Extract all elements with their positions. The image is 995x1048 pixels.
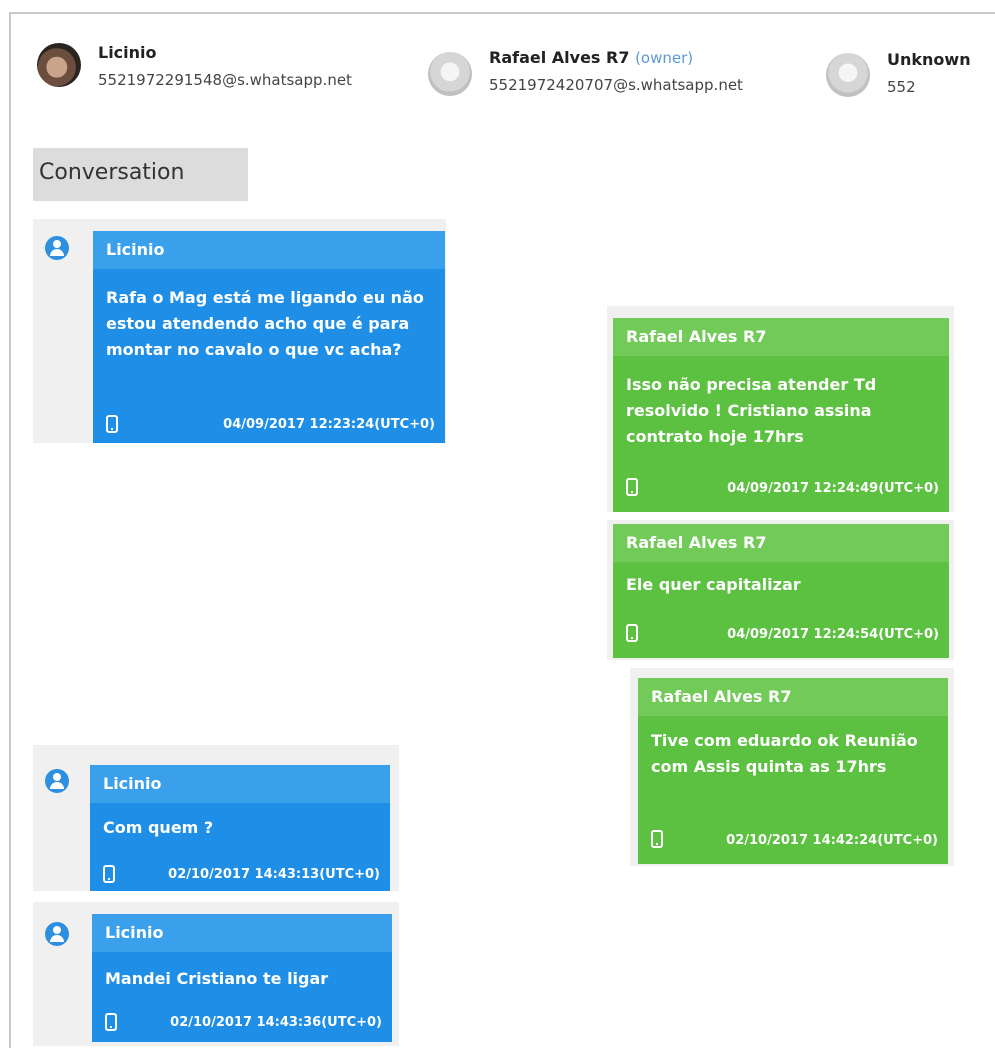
message-text: Com quem ? bbox=[103, 818, 214, 837]
user-icon bbox=[45, 236, 69, 260]
message-row: Rafael Alves R7 Ele quer capitalizar 04/… bbox=[607, 520, 954, 660]
participant-name-text: Rafael Alves R7 bbox=[489, 48, 630, 67]
message-sender: Licinio bbox=[92, 914, 392, 952]
message-text: Rafa o Mag está me ligando eu não estou … bbox=[106, 288, 424, 359]
message-sender: Rafael Alves R7 bbox=[613, 524, 949, 562]
message-sender: Rafael Alves R7 bbox=[613, 318, 949, 356]
participant-id: 5521972291548@s.whatsapp.net bbox=[98, 71, 352, 89]
participant-id: 5521972420707@s.whatsapp.net bbox=[489, 76, 743, 94]
message-timestamp: 02/10/2017 14:43:36(UTC+0) bbox=[170, 1015, 382, 1030]
message-bubble[interactable]: Licinio Mandei Cristiano te ligar 02/10/… bbox=[92, 914, 392, 1042]
participant-name: Licinio bbox=[98, 43, 157, 62]
frame-left-border bbox=[9, 12, 11, 1048]
message-sender: Licinio bbox=[93, 231, 445, 269]
phone-icon bbox=[103, 865, 115, 883]
message-timestamp: 02/10/2017 14:42:24(UTC+0) bbox=[726, 833, 938, 848]
phone-icon bbox=[105, 1013, 117, 1031]
frame-top-border bbox=[9, 12, 995, 14]
message-text: Tive com eduardo ok Reunião com Assis qu… bbox=[651, 731, 918, 776]
message-bubble[interactable]: Licinio Com quem ? 02/10/2017 14:43:13(U… bbox=[90, 765, 390, 891]
phone-icon bbox=[106, 415, 118, 433]
message-text: Isso não precisa atender Td resolvido ! … bbox=[626, 375, 877, 446]
message-timestamp: 04/09/2017 12:24:49(UTC+0) bbox=[727, 481, 939, 496]
message-row: Licinio Com quem ? 02/10/2017 14:43:13(U… bbox=[33, 745, 399, 891]
owner-label: (owner) bbox=[635, 49, 694, 67]
message-text: Mandei Cristiano te ligar bbox=[105, 969, 329, 988]
participant-id: 552 bbox=[887, 78, 916, 96]
message-row: Licinio Rafa o Mag está me ligando eu nã… bbox=[33, 219, 446, 443]
message-bubble[interactable]: Licinio Rafa o Mag está me ligando eu nã… bbox=[93, 231, 445, 443]
message-timestamp: 04/09/2017 12:23:24(UTC+0) bbox=[223, 417, 435, 432]
participant-name: Rafael Alves R7 (owner) bbox=[489, 48, 693, 67]
participant-name: Unknown bbox=[887, 50, 971, 69]
phone-icon bbox=[626, 478, 638, 496]
message-bubble[interactable]: Rafael Alves R7 Isso não precisa atender… bbox=[613, 318, 949, 512]
user-icon bbox=[45, 922, 69, 946]
message-row: Licinio Mandei Cristiano te ligar 02/10/… bbox=[33, 902, 399, 1046]
message-row: Rafael Alves R7 Isso não precisa atender… bbox=[607, 306, 954, 512]
phone-icon bbox=[626, 624, 638, 642]
photo-avatar bbox=[37, 43, 81, 87]
message-sender: Licinio bbox=[90, 765, 390, 803]
generic-avatar bbox=[428, 52, 472, 96]
message-bubble[interactable]: Rafael Alves R7 Ele quer capitalizar 04/… bbox=[613, 524, 949, 658]
generic-avatar bbox=[826, 53, 870, 97]
message-row: Rafael Alves R7 Tive com eduardo ok Reun… bbox=[630, 668, 954, 866]
user-icon bbox=[45, 769, 69, 793]
conversation-heading: Conversation bbox=[33, 148, 248, 201]
phone-icon bbox=[651, 830, 663, 848]
message-sender: Rafael Alves R7 bbox=[638, 678, 948, 716]
message-timestamp: 02/10/2017 14:43:13(UTC+0) bbox=[168, 867, 380, 882]
message-timestamp: 04/09/2017 12:24:54(UTC+0) bbox=[727, 627, 939, 642]
message-text: Ele quer capitalizar bbox=[626, 575, 801, 594]
message-bubble[interactable]: Rafael Alves R7 Tive com eduardo ok Reun… bbox=[638, 678, 948, 864]
